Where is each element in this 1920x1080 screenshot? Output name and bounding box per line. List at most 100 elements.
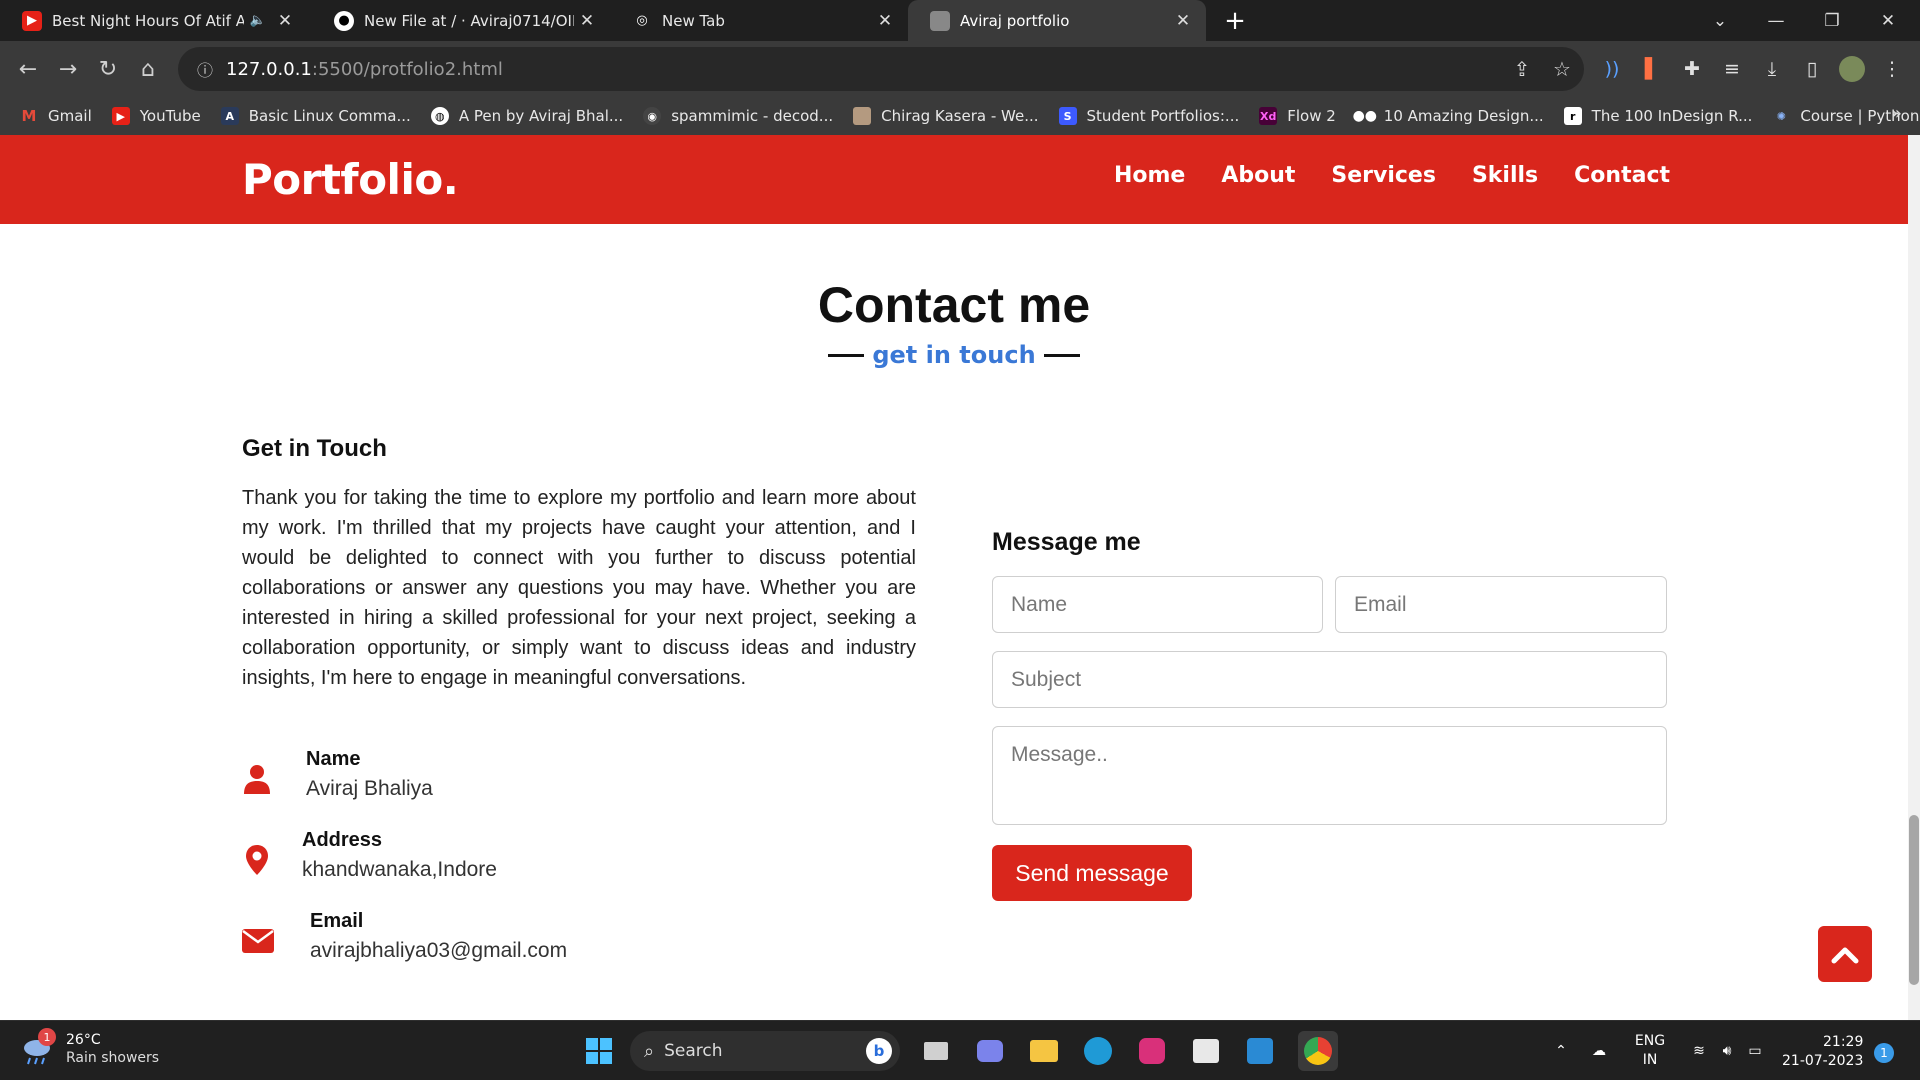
reload-icon[interactable]: ↻	[90, 51, 126, 87]
bookmark-indesign[interactable]: r The 100 InDesign R...	[1563, 107, 1752, 125]
share-icon[interactable]: ⇪	[1508, 55, 1536, 83]
back-icon[interactable]: ←	[10, 51, 46, 87]
start-button[interactable]	[579, 1031, 619, 1071]
notification-badge[interactable]: 1	[1874, 1043, 1894, 1063]
tab-search-icon[interactable]: ⌄	[1692, 0, 1748, 41]
tab-new-tab[interactable]: ◎ New Tab ✕	[610, 0, 908, 41]
bookmark-gmail[interactable]: M Gmail	[20, 107, 92, 125]
bookmark-label: YouTube	[139, 107, 201, 125]
name-label: Name	[306, 748, 361, 770]
bookmark-flow[interactable]: Xd Flow 2	[1259, 107, 1336, 125]
tab-title: Best Night Hours Of Atif Asla	[52, 11, 244, 30]
close-tab-icon[interactable]: ✕	[1170, 11, 1196, 31]
tray-overflow-icon[interactable]: ⌃	[1548, 1031, 1574, 1071]
language-region: IN	[1642, 1052, 1658, 1068]
email-value: avirajbhaliya03@gmail.com	[310, 939, 568, 962]
teams-chat-icon[interactable]	[970, 1031, 1010, 1071]
extension-icon[interactable]: ▌	[1636, 53, 1668, 85]
site-navbar: Portfolio. Home About Services Skills Co…	[0, 135, 1908, 224]
bookmark-codepen[interactable]: ◍ A Pen by Aviraj Bhal...	[430, 107, 624, 125]
email-input[interactable]: Email	[1335, 576, 1667, 633]
bookmark-label: A Pen by Aviraj Bhal...	[458, 107, 624, 125]
menu-icon[interactable]: ⋮	[1876, 53, 1908, 85]
address-bar[interactable]: ⓘ 127.0.0.1:5500/protfolio2.html ⇪ ☆	[178, 47, 1584, 91]
bookmark-linux[interactable]: A Basic Linux Comma...	[220, 107, 411, 125]
site-info-icon[interactable]: ⓘ	[190, 57, 220, 81]
task-view-icon[interactable]	[916, 1031, 956, 1071]
message-form-heading-wrap: Message me	[992, 528, 1667, 557]
message-me-heading: Message me	[992, 528, 1141, 556]
system-clock[interactable]: 21:29 21-07-2023	[1782, 1033, 1863, 1071]
bookmark-star-icon[interactable]: ☆	[1548, 55, 1576, 83]
weather-widget[interactable]: 1 26°C Rain showers	[20, 1028, 159, 1067]
vscode-icon[interactable]	[1240, 1031, 1280, 1071]
scrollbar-thumb[interactable]	[1909, 815, 1919, 985]
r-logo-icon: r	[1563, 107, 1582, 125]
bookmark-medium[interactable]: ●● 10 Amazing Design...	[1353, 107, 1544, 125]
nav-about[interactable]: About	[1221, 163, 1295, 188]
bookmark-label: 10 Amazing Design...	[1383, 107, 1544, 125]
bing-icon[interactable]: b	[866, 1038, 892, 1064]
close-window-icon[interactable]: ✕	[1860, 0, 1916, 41]
speaker-icon[interactable]: 🔈	[250, 13, 266, 28]
section-subtitle: get in touch	[0, 341, 1908, 369]
nav-skills[interactable]: Skills	[1472, 163, 1538, 188]
weather-temp: 26°C	[66, 1032, 101, 1048]
site-logo[interactable]: Portfolio.	[242, 155, 459, 204]
forward-icon[interactable]: →	[50, 51, 86, 87]
tab-youtube[interactable]: ▶ Best Night Hours Of Atif Asla 🔈 ✕	[0, 0, 308, 41]
translate-icon: A	[220, 107, 239, 125]
globe-icon: ◍	[430, 107, 449, 125]
scroll-to-top-button[interactable]	[1818, 926, 1872, 982]
contact-info-column: Get in Touch Thank you for taking the ti…	[242, 435, 916, 693]
bookmark-student-portfolios[interactable]: S Student Portfolios:...	[1058, 107, 1239, 125]
puzzle-icon[interactable]: ✚	[1676, 53, 1708, 85]
profile-avatar[interactable]	[1836, 53, 1868, 85]
tab-portfolio[interactable]: Aviraj portfolio ✕	[908, 0, 1206, 41]
restore-icon[interactable]: ❐	[1804, 0, 1860, 41]
address-label: Address	[302, 829, 383, 851]
close-tab-icon[interactable]: ✕	[574, 11, 600, 31]
weather-text: 26°C Rain showers	[66, 1031, 159, 1067]
language-indicator[interactable]: ENG IN	[1622, 1031, 1678, 1071]
side-panel-icon[interactable]: ▯	[1796, 53, 1828, 85]
close-tab-icon[interactable]: ✕	[872, 11, 898, 31]
windows-logo-icon	[586, 1038, 612, 1064]
name-input[interactable]: Name	[992, 576, 1323, 633]
home-icon[interactable]: ⌂	[130, 51, 166, 87]
bookmark-chirag[interactable]: Chirag Kasera - We...	[853, 107, 1039, 125]
wifi-icon[interactable]: ≋	[1686, 1031, 1712, 1071]
bookmark-label: spammimic - decod...	[671, 107, 834, 125]
send-message-button[interactable]: Send message	[992, 845, 1192, 901]
bookmark-spammimic[interactable]: ◉ spammimic - decod...	[643, 107, 833, 125]
message-textarea[interactable]: Message..	[992, 726, 1667, 825]
new-tab-button[interactable]: +	[1218, 4, 1252, 38]
read-aloud-icon[interactable]: ))	[1596, 53, 1628, 85]
page-scrollbar[interactable]	[1908, 135, 1920, 1020]
subject-input[interactable]: Subject	[992, 651, 1667, 708]
battery-icon[interactable]: ▭	[1742, 1031, 1768, 1071]
download-icon[interactable]: ⤓	[1756, 53, 1788, 85]
nav-contact[interactable]: Contact	[1574, 163, 1670, 188]
envelope-icon	[242, 924, 274, 958]
file-explorer-icon[interactable]	[1024, 1031, 1064, 1071]
tab-github[interactable]: ● New File at / · Aviraj0714/OIBSIP ✕	[312, 0, 610, 41]
chrome-taskbar-icon[interactable]	[1298, 1031, 1338, 1071]
windows-taskbar: 1 26°C Rain showers ⌕ Search b ⌃ ☁ ENG I…	[0, 1020, 1920, 1080]
nav-home[interactable]: Home	[1114, 163, 1185, 188]
media-control-icon[interactable]: ≡	[1716, 53, 1748, 85]
instagram-icon[interactable]	[1132, 1031, 1172, 1071]
close-tab-icon[interactable]: ✕	[272, 11, 298, 31]
chrome-icon: ◎	[636, 13, 648, 28]
bookmark-youtube[interactable]: ▶ YouTube	[111, 107, 201, 125]
onedrive-icon[interactable]: ☁	[1584, 1031, 1614, 1071]
more-bookmarks-icon[interactable]: »	[1891, 103, 1902, 124]
microsoft-store-icon[interactable]	[1186, 1031, 1226, 1071]
nav-services[interactable]: Services	[1331, 163, 1436, 188]
url-path: :5500/protfolio2.html	[311, 58, 503, 80]
taskbar-search[interactable]: ⌕ Search b	[630, 1031, 900, 1071]
info-address-text: Address khandwanaka,Indore	[302, 829, 497, 882]
volume-icon[interactable]: 🔊︎	[1714, 1031, 1740, 1071]
minimize-icon[interactable]: —	[1748, 0, 1804, 41]
edge-icon[interactable]	[1078, 1031, 1118, 1071]
